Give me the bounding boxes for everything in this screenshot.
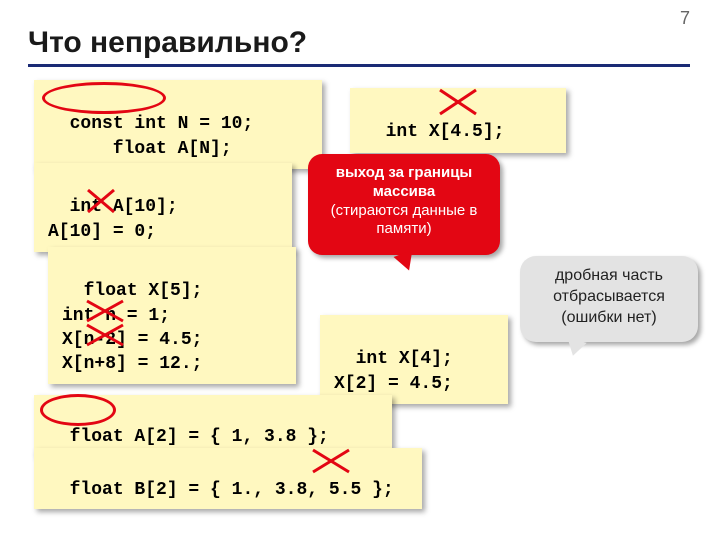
code-box-3: int A[10]; A[10] = 0; [34, 163, 292, 252]
callout-truncation: дробная часть отбрасывается (ошибки нет) [520, 256, 698, 342]
callout-line: отбрасывается [553, 288, 665, 305]
callout-out-of-bounds: выход за границы массива (стираются данн… [308, 154, 500, 255]
cross-icon [85, 323, 125, 347]
code-text: const int N = 10; float A[N]; [48, 114, 253, 158]
code-box-5: int X[4]; X[2] = 4.5; [320, 315, 508, 404]
code-text: int X[4.5]; [386, 122, 505, 142]
slide-title: Что неправильно? [28, 26, 307, 60]
cross-icon [438, 88, 478, 116]
callout-bold: выход за границы массива [320, 164, 488, 202]
correction-oval-const-int [42, 82, 166, 114]
code-text: float A[2] = { 1, 3.8 }; [70, 427, 329, 447]
callout-line: дробная часть [555, 267, 663, 284]
cross-icon [85, 299, 125, 323]
cross-icon [311, 448, 351, 474]
page-number: 7 [680, 8, 690, 29]
correction-oval-float [40, 394, 116, 426]
callout-line: (ошибки нет) [561, 309, 656, 326]
code-text: float B[2] = { 1., 3.8, 5.5 }; [70, 480, 394, 500]
code-text: int X[4]; X[2] = 4.5; [334, 349, 453, 393]
cross-icon [86, 188, 116, 214]
code-text: float X[5]; int n = 1; X[n-2] = 4.5; X[n… [62, 281, 202, 374]
code-box-7: float B[2] = { 1., 3.8, 5.5 }; [34, 448, 422, 509]
callout-small: (стираются данные в памяти) [331, 202, 478, 238]
title-underline [28, 64, 690, 67]
